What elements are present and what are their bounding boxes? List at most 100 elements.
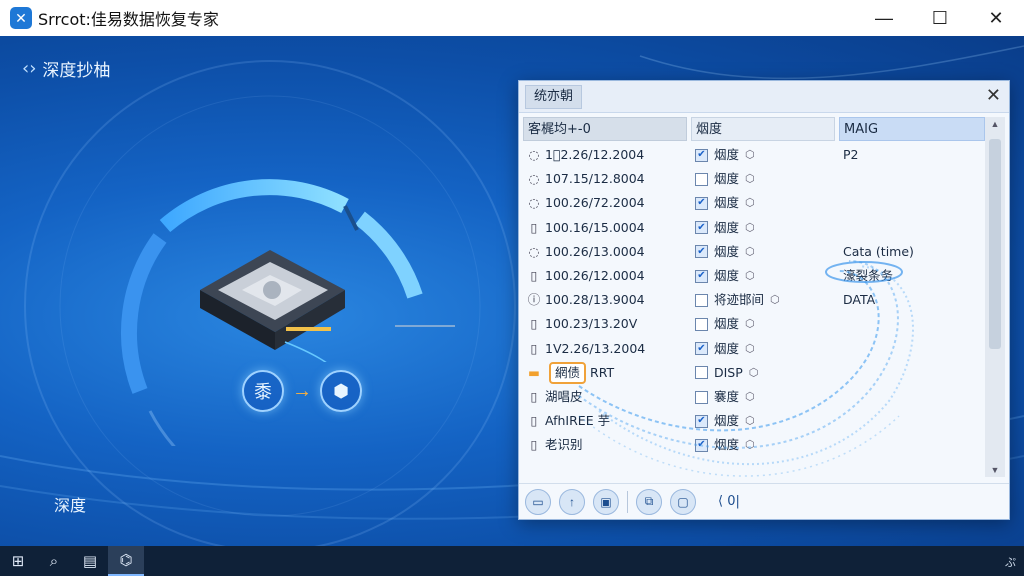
table-row[interactable]: ▯ 100.23/13.20V 烟度 ⬡ [523,312,989,336]
status-cell: ✔ 烟度 ⬡ [695,143,835,167]
row-checkbox[interactable]: ✔ [695,438,708,452]
status-text: 烟度 [714,268,740,283]
row-checkbox[interactable]: ✔ [695,221,708,235]
row-checkbox[interactable] [695,390,708,404]
open-folder-icon[interactable]: ▭ [525,488,551,515]
file-name: 100.26/12.0004 [545,268,645,283]
row-checkbox[interactable]: ✔ [695,342,708,356]
scrollbar[interactable]: ▲ ▼ [985,117,1005,477]
status-text: 烟度 [714,243,740,259]
taskbar: ⊞ ⌕ ▤ ⌬ ぷ [0,546,1024,576]
file-name-cell: ▯ 100.16/15.0004 [527,216,687,240]
file-name-cell: ◌ 107.15/12.8004 [527,167,687,191]
info-cell: DATA [843,292,876,308]
dialog-header: 统亦朝 ✕ [519,81,1009,113]
table-row[interactable]: ◌ 107.15/12.8004 烟度 ⬡ [523,167,989,191]
scroll-down-icon[interactable]: ▼ [985,465,1005,475]
status-cell: ✔ 烟度 ⬡ [695,216,835,240]
scroll-thumb[interactable] [989,139,1001,349]
file-name-cell: ▯ 老识别 [527,433,687,457]
process-steps: 黍 → ⬢ [242,370,362,412]
shield-icon: ⬡ [770,293,780,307]
info-cell [843,167,983,191]
file-explorer-icon[interactable]: ▤ [72,546,108,576]
folder-icon: ▬ [528,364,540,380]
file-name-suffix: RRT [590,364,615,380]
file-icon: ▯ [530,389,538,404]
table-row[interactable]: ◌ 1 2.26/12.2004 ✔ 烟度 ⬡ P2 [523,143,989,167]
info-cell [843,191,983,215]
file-name-cell: ▯ 1V2.26/13.2004 [527,337,687,361]
row-checkbox[interactable]: ✔ [695,414,708,428]
monitor-icon[interactable]: ▢ [670,488,696,515]
dialog-close-button[interactable]: ✕ [986,85,1001,106]
status-cell: 烟度 ⬡ [695,167,835,191]
column-header-name[interactable]: 客梶均+-0 [523,117,687,141]
clock-icon: ◌ [528,171,540,187]
scroll-up-icon[interactable]: ▲ [985,119,1005,129]
status-text: 烟度 [714,437,740,453]
row-checkbox[interactable] [695,172,708,186]
column-header-info[interactable]: MAIG [839,117,985,141]
title-bar: ✕ Srrcot:佳易数据恢复专家 — ☐ ✕ [0,0,1024,36]
table-row[interactable]: ▬ 網债 RRT DISP ⬡ [523,361,989,385]
file-name: 網债 [549,361,587,384]
row-checkbox[interactable]: ✔ [695,196,708,210]
file-name-cell: ▯ AfhIREE 芋 [527,409,687,433]
table-row[interactable]: ◌ 100.26/13.0004 ✔ 烟度 ⬡ Cata (time) [523,240,989,264]
column-header-status[interactable]: 烟度 [691,117,835,141]
drive-step-icon: 黍 [242,370,284,412]
shield-icon: ⬡ [745,244,755,258]
table-row[interactable]: ▯ 100.16/15.0004 ✔ 烟度 ⬡ [523,216,989,240]
row-checkbox[interactable] [695,366,708,380]
recovery-app-icon[interactable]: ⌬ [108,546,144,576]
shield-icon: ⬡ [745,317,755,331]
windows-start-icon[interactable]: ⊞ [0,546,36,576]
table-row[interactable]: ▯ 湖唱皮 褰度 ⬡ [523,385,989,409]
minimize-button[interactable]: — [856,0,912,36]
status-cell: DISP ⬡ [695,361,835,385]
info-cell [843,385,983,409]
info-cell: 濠裂条务 [843,268,894,283]
info-cell [843,337,983,361]
status-text: 烟度 [714,195,740,211]
search-icon[interactable]: ⌕ [36,546,72,576]
row-checkbox[interactable]: ✔ [695,269,708,283]
shield-icon: ⬡ [748,365,759,379]
table-row[interactable]: ▯ 100.26/12.0004 ✔ 烟度 ⬡ 濠裂条务 [523,264,989,288]
status-text: 烟度 [714,219,740,235]
status-cell: 将迹邯间 ⬡ [695,288,835,312]
shield-icon: ⬡ [745,269,755,282]
file-icon: ▯ [530,413,538,429]
status-text: 将迹邯间 [714,292,765,308]
row-checkbox[interactable] [695,317,708,331]
shield-icon: ⬡ [745,341,755,355]
table-row[interactable]: ▯ 1V2.26/13.2004 ✔ 烟度 ⬡ [523,337,989,361]
status-text: 烟度 [714,147,740,162]
upload-icon[interactable]: ↑ [559,488,585,515]
image-icon[interactable]: ▣ [593,488,619,515]
status-text: 烟度 [714,340,740,356]
file-name: 1 2.26/12.2004 [545,147,645,162]
info-cell [843,312,983,336]
close-button[interactable]: ✕ [968,0,1024,36]
table-row[interactable]: ▯ AfhIREE 芋 ✔ 烟度 ⬡ [523,409,989,433]
row-checkbox[interactable] [695,293,708,307]
status-cell: ✔ 烟度 ⬡ [695,240,835,264]
toolbar-status-label: ⟨ 0| [718,494,740,509]
row-checkbox[interactable]: ✔ [695,245,708,259]
table-row[interactable]: ◌ 100.26/72.2004 ✔ 烟度 ⬡ [523,191,989,215]
clock-icon: ◌ [528,147,540,162]
scan-mode-label: 深度 [54,496,87,515]
row-checkbox[interactable]: ✔ [695,148,708,162]
maximize-button[interactable]: ☐ [912,0,968,36]
table-row[interactable]: ⓘ 100.28/13.9004 将迹邯间 ⬡ DATA [523,288,989,312]
table-row[interactable]: ▯ 老识别 ✔ 烟度 ⬡ [523,433,989,457]
system-tray[interactable]: ぷ [1005,554,1016,570]
dialog-tab[interactable]: 统亦朝 [525,85,583,109]
info-cell: P2 [843,147,859,162]
cube-step-icon: ⬢ [320,370,362,412]
copy-icon[interactable]: ⧉ [636,488,662,515]
shield-icon: ⬡ [745,196,755,210]
shield-icon: ⬡ [745,148,755,161]
